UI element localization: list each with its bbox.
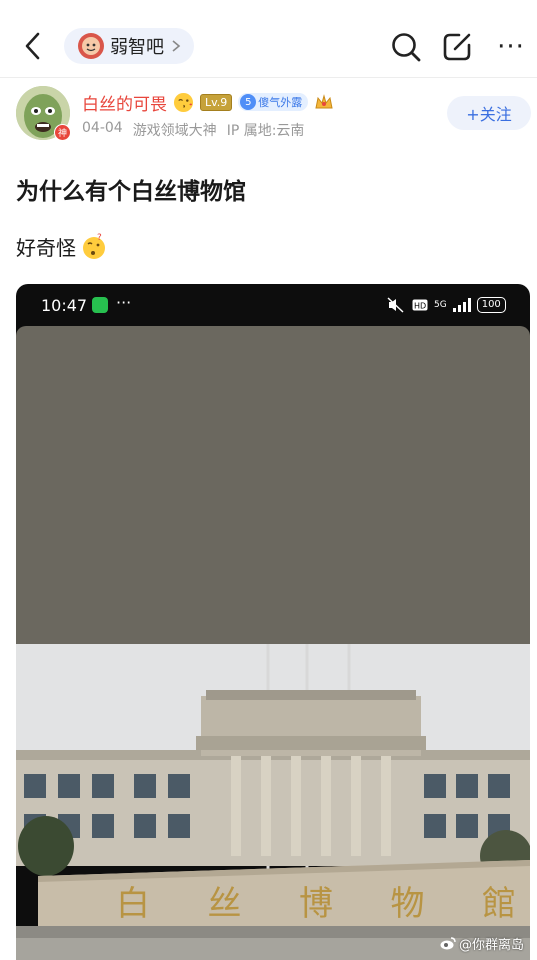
- post-title: 为什么有个白丝博物馆: [16, 179, 246, 205]
- more-button[interactable]: ···: [494, 30, 528, 64]
- battery-icon: 100: [476, 297, 506, 313]
- post-date: 04-04: [82, 120, 123, 136]
- mute-icon: [387, 297, 404, 313]
- kiss-emoji-icon: [173, 92, 194, 112]
- chevron-right-icon: [172, 40, 181, 52]
- plaque-char-3: 博: [299, 883, 333, 924]
- status-right: HD 5G 100: [386, 296, 506, 314]
- back-arrow-icon: [25, 32, 40, 60]
- level-badge: Lv.9: [200, 93, 233, 111]
- ip-location: IP 属地:云南: [226, 123, 305, 139]
- title-number: 5: [240, 94, 257, 110]
- more-icon: ···: [497, 32, 525, 62]
- plaque-char-1: 白: [116, 883, 150, 924]
- forum-avatar: [78, 33, 104, 59]
- top-nav-bar: 弱智吧 ···: [0, 0, 537, 78]
- crown-badge-icon: [315, 94, 333, 109]
- hd-icon: HD: [412, 299, 428, 311]
- follow-button[interactable]: +关注: [447, 96, 531, 130]
- post-body: 好奇怪 ?: [16, 232, 108, 261]
- author-name-line: 白丝的可畏 Lv.9 5 傻气外露: [82, 90, 334, 115]
- plaque-char-4: 物: [390, 883, 425, 924]
- weibo-logo-icon: [440, 937, 456, 950]
- status-time: 10:47: [41, 296, 88, 315]
- title-badge: 5 傻气外露: [238, 93, 309, 111]
- phone-status-bar: 10:47 ··· HD 5G 100: [16, 284, 530, 326]
- wechat-icon: [92, 297, 108, 313]
- post-image[interactable]: 10:47 ··· HD 5G 100 白 丝 博 物 館: [16, 284, 530, 960]
- museum-photo: 白 丝 博 物 館: [16, 326, 530, 960]
- forum-logo-icon: [82, 37, 100, 55]
- weibo-watermark: @你群离岛: [440, 934, 524, 953]
- plaque-char-5: 館: [482, 883, 516, 924]
- post-body-text: 好奇怪: [16, 236, 76, 260]
- watermark-text: @你群离岛: [459, 938, 525, 953]
- title-text: 傻气外露: [258, 96, 303, 109]
- forum-link[interactable]: 弱智吧: [64, 28, 194, 64]
- author-meta: 04-04 游戏领域大神 IP 属地:云南: [82, 120, 304, 140]
- edit-button[interactable]: [440, 30, 474, 64]
- back-button[interactable]: [18, 28, 48, 64]
- network-type: 5G: [434, 300, 447, 310]
- author-row: 神 白丝的可畏 Lv.9 5 傻气外露 04-04 游戏领域大神 IP 属地:云…: [16, 86, 531, 146]
- search-button[interactable]: [389, 30, 423, 64]
- search-icon: [392, 33, 421, 62]
- plaque-char-2: 丝: [207, 883, 242, 924]
- signal-icon: [452, 298, 471, 312]
- author-role: 游戏领域大神: [132, 123, 217, 139]
- svg-text:HD: HD: [414, 302, 426, 311]
- forum-name: 弱智吧: [110, 37, 164, 58]
- plaque-text: 白 丝 博 物 館: [116, 876, 530, 924]
- thinking-emoji-icon: ?: [83, 233, 105, 259]
- avatar-badge: 神: [54, 124, 71, 141]
- status-dots: ···: [116, 293, 132, 312]
- museum-building-image: [16, 326, 530, 960]
- edit-icon: [443, 33, 471, 61]
- username[interactable]: 白丝的可畏: [82, 90, 167, 115]
- svg-text:?: ?: [97, 233, 102, 243]
